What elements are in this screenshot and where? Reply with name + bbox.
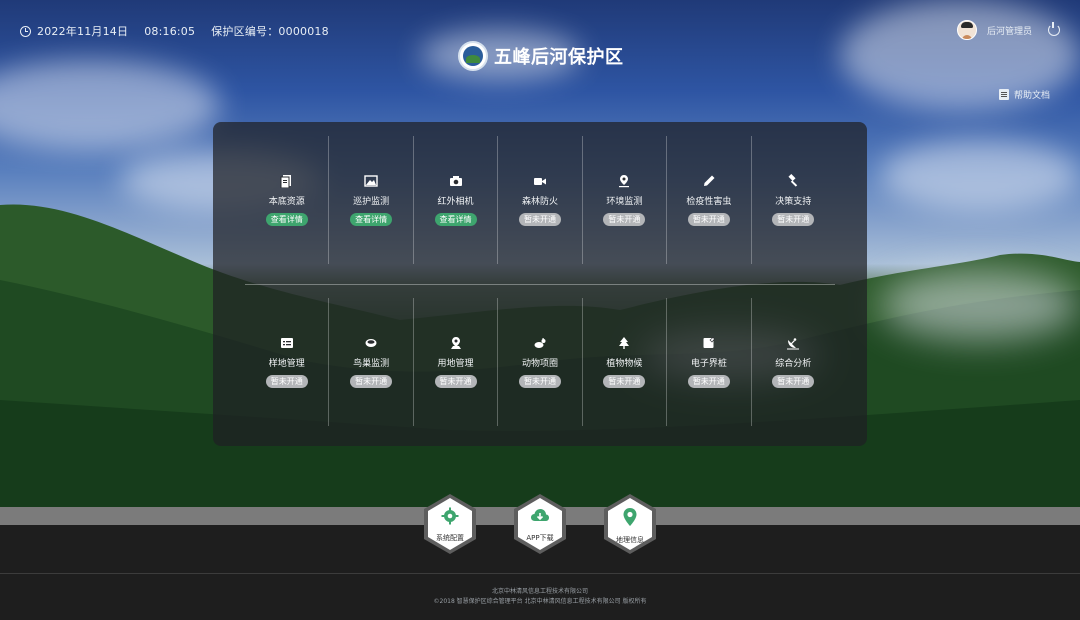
map-marker-icon xyxy=(622,507,638,531)
not-available-badge: 暂未开通 xyxy=(518,375,561,388)
panel-divider xyxy=(245,284,835,285)
location-icon xyxy=(449,336,463,350)
current-time: 08:16:05 xyxy=(144,24,196,38)
pen-icon xyxy=(702,174,716,188)
tree-icon xyxy=(617,336,631,350)
document-icon xyxy=(998,89,1009,100)
not-available-badge: 暂未开通 xyxy=(687,375,730,388)
module-card[interactable]: 植物物候 暂未开通 xyxy=(581,298,666,426)
boundary-marker-icon xyxy=(702,336,716,350)
module-label: 电子界桩 xyxy=(690,359,727,369)
module-card[interactable]: 森林防火 暂未开通 xyxy=(497,136,581,264)
reserve-logo-icon xyxy=(458,41,488,71)
reserve-code-label: 保护区编号： xyxy=(211,25,279,38)
avatar[interactable] xyxy=(956,20,977,40)
module-label: 鸟巢监测 xyxy=(353,359,390,369)
module-label: 决策支持 xyxy=(775,197,812,207)
datetime-bar: 2022年11月14日 08:16:05 保护区编号： 0000018 xyxy=(20,24,329,38)
module-card[interactable]: 环境监测 暂未开通 xyxy=(581,136,666,264)
view-details-badge[interactable]: 查看详情 xyxy=(265,213,308,226)
help-docs-label: 帮助文档 xyxy=(1013,91,1050,101)
footer-copyright: ©2018 智慧保护区综合管理平台 北京中林清风信息工程技术有限公司 版权所有 xyxy=(433,598,647,605)
list-card-icon xyxy=(280,336,294,350)
module-row-1: 本底资源 查看详情 巡护监测 查看详情 红外相机 查看详情 森林防火 暂未开通 xyxy=(245,136,835,264)
clock-icon xyxy=(20,25,31,37)
footer-company: 北京中林清风信息工程技术有限公司 xyxy=(491,588,588,595)
module-label: 森林防火 xyxy=(521,197,558,207)
module-card[interactable]: 决策支持 暂未开通 xyxy=(750,136,835,264)
map-pin-icon xyxy=(617,174,631,188)
module-label: 综合分析 xyxy=(775,359,812,369)
app-download-button[interactable]: APP下载 xyxy=(512,493,568,555)
geo-info-label: 地理信息 xyxy=(616,536,644,544)
footer-divider xyxy=(0,573,1080,574)
module-label: 样地管理 xyxy=(268,359,305,369)
current-date: 2022年11月14日 xyxy=(37,25,129,38)
not-available-badge: 暂未开通 xyxy=(518,213,561,226)
user-name[interactable]: 后河管理员 xyxy=(987,24,1032,37)
landscape-image-icon xyxy=(364,174,378,188)
system-config-button[interactable]: 系统配置 xyxy=(422,493,478,555)
module-label: 检疫性害虫 xyxy=(686,197,732,207)
document-stack-icon xyxy=(280,174,294,188)
logout-power-icon[interactable] xyxy=(1048,22,1060,36)
not-available-badge: 暂未开通 xyxy=(265,375,308,388)
not-available-badge: 暂未开通 xyxy=(350,375,393,388)
module-card[interactable]: 鸟巢监测 暂未开通 xyxy=(328,298,412,426)
satellite-dish-icon xyxy=(786,336,800,350)
view-details-badge[interactable]: 查看详情 xyxy=(434,213,477,226)
gavel-icon xyxy=(786,174,800,188)
module-card[interactable]: 用地管理 暂未开通 xyxy=(412,298,497,426)
module-label: 红外相机 xyxy=(437,197,474,207)
not-available-badge: 暂未开通 xyxy=(772,375,815,388)
page-title: 五峰后河保护区 xyxy=(494,47,624,68)
user-box: 后河管理员 xyxy=(956,20,1060,40)
module-label: 用地管理 xyxy=(437,359,474,369)
cloud-download-icon xyxy=(530,507,550,529)
module-card[interactable]: 巡护监测 查看详情 xyxy=(328,136,412,264)
not-available-badge: 暂未开通 xyxy=(772,213,815,226)
module-card[interactable]: 综合分析 暂未开通 xyxy=(750,298,835,426)
app-download-label: APP下载 xyxy=(526,534,554,542)
video-camera-icon xyxy=(533,174,547,188)
reserve-code: 0000018 xyxy=(278,24,329,38)
module-card[interactable]: 样地管理 暂未开通 xyxy=(245,298,328,426)
camera-icon xyxy=(449,174,463,188)
module-card[interactable]: 电子界桩 暂未开通 xyxy=(666,298,750,426)
not-available-badge: 暂未开通 xyxy=(434,375,477,388)
geo-info-button[interactable]: 地理信息 xyxy=(602,493,658,555)
not-available-badge: 暂未开通 xyxy=(603,213,646,226)
animal-icon xyxy=(533,336,547,350)
module-row-2: 样地管理 暂未开通 鸟巢监测 暂未开通 用地管理 暂未开通 动物项圈 暂未开通 xyxy=(245,298,835,426)
module-panel: 本底资源 查看详情 巡护监测 查看详情 红外相机 查看详情 森林防火 暂未开通 xyxy=(213,122,867,446)
help-docs-link[interactable]: 帮助文档 xyxy=(998,88,1050,101)
nest-icon xyxy=(364,336,378,350)
brand: 五峰后河保护区 xyxy=(458,40,624,72)
module-label: 巡护监测 xyxy=(353,197,390,207)
gear-icon xyxy=(441,507,459,529)
module-label: 环境监测 xyxy=(606,197,643,207)
not-available-badge: 暂未开通 xyxy=(603,375,646,388)
module-label: 本底资源 xyxy=(268,197,305,207)
module-label: 植物物候 xyxy=(606,359,643,369)
module-card[interactable]: 本底资源 查看详情 xyxy=(245,136,328,264)
not-available-badge: 暂未开通 xyxy=(687,213,730,226)
system-config-label: 系统配置 xyxy=(436,534,464,542)
module-card[interactable]: 红外相机 查看详情 xyxy=(412,136,497,264)
view-details-badge[interactable]: 查看详情 xyxy=(350,213,393,226)
module-label: 动物项圈 xyxy=(521,359,558,369)
module-card[interactable]: 动物项圈 暂未开通 xyxy=(497,298,581,426)
module-card[interactable]: 检疫性害虫 暂未开通 xyxy=(666,136,750,264)
